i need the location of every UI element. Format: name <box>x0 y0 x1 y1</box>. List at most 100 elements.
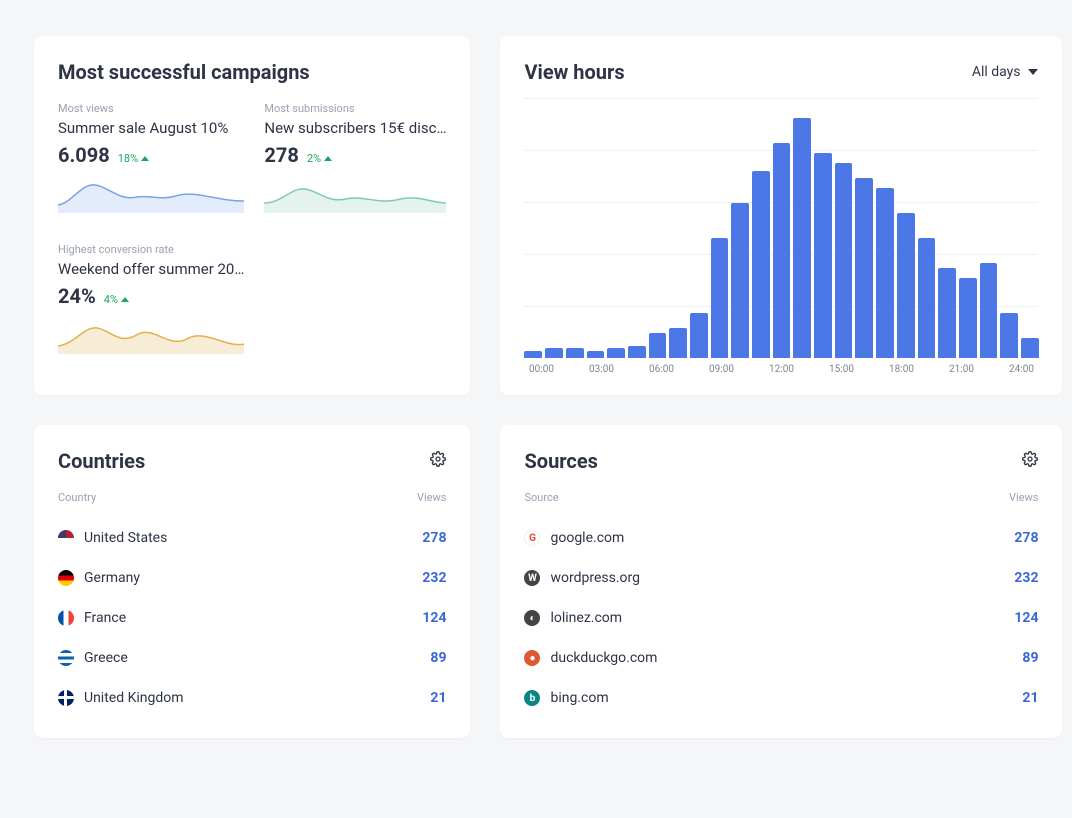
view-hours-bar <box>690 313 708 358</box>
sources-card: Sources Source Views G google.com 278 W … <box>500 425 1062 738</box>
campaigns-card: Most successful campaigns Most views Sum… <box>34 36 470 395</box>
campaign-item[interactable]: Most views Summer sale August 10% 6.098 … <box>58 102 244 217</box>
view-hours-bar <box>938 268 956 358</box>
campaign-delta: 18% <box>118 152 149 165</box>
view-hours-bar <box>545 348 563 358</box>
view-hours-bar <box>731 203 749 358</box>
x-axis-tick: 12:00 <box>766 364 796 375</box>
source-value: 124 <box>1014 610 1038 626</box>
table-row[interactable]: ● duckduckgo.com 89 <box>524 638 1038 678</box>
campaign-name: Summer sale August 10% <box>58 119 244 137</box>
view-hours-bar <box>793 118 811 358</box>
countries-card: Countries Country Views United States 27… <box>34 425 470 738</box>
trend-up-icon <box>141 156 149 161</box>
view-hours-bar <box>855 178 873 358</box>
sparkline-chart <box>58 173 244 213</box>
trend-up-icon <box>121 297 129 302</box>
source-icon: ◐ <box>524 610 540 626</box>
country-icon <box>58 650 74 666</box>
view-hours-filter-label: All days <box>972 64 1021 80</box>
table-row[interactable]: W wordpress.org 232 <box>524 558 1038 598</box>
view-hours-chart <box>524 98 1038 358</box>
countries-settings-button[interactable] <box>430 451 446 471</box>
table-row[interactable]: ◐ lolinez.com 124 <box>524 598 1038 638</box>
x-axis-tick: 00:00 <box>526 364 556 375</box>
sources-title: Sources <box>524 449 597 473</box>
campaign-value: 24% <box>58 284 96 308</box>
country-icon <box>58 690 74 706</box>
view-hours-bar <box>711 238 729 358</box>
country-value: 21 <box>430 690 446 706</box>
table-row[interactable]: Germany 232 <box>58 558 446 598</box>
source-icon: b <box>524 690 540 706</box>
view-hours-bar <box>835 163 853 358</box>
country-value: 124 <box>422 610 446 626</box>
view-hours-bar <box>607 348 625 358</box>
view-hours-bar <box>959 278 977 358</box>
view-hours-bar <box>897 213 915 358</box>
source-label: wordpress.org <box>550 570 640 586</box>
campaign-name: New subscribers 15€ disc… <box>264 119 446 137</box>
view-hours-bar <box>1000 313 1018 358</box>
campaign-item[interactable]: Most submissions New subscribers 15€ dis… <box>264 102 446 217</box>
source-label: duckduckgo.com <box>550 650 657 666</box>
countries-col-views: Views <box>417 491 446 504</box>
sparkline-chart <box>58 314 244 354</box>
campaign-label: Most views <box>58 102 244 115</box>
gear-icon <box>1022 451 1038 467</box>
table-row[interactable]: United States 278 <box>58 518 446 558</box>
view-hours-bar <box>980 263 998 358</box>
x-axis-tick: 09:00 <box>706 364 736 375</box>
sources-col-source: Source <box>524 491 558 504</box>
view-hours-card: View hours All days 00:00 03:00 06:00 09:00… <box>500 36 1062 395</box>
countries-title: Countries <box>58 449 145 473</box>
source-value: 21 <box>1022 690 1038 706</box>
country-icon <box>58 530 74 546</box>
table-row[interactable]: Greece 89 <box>58 638 446 678</box>
view-hours-filter[interactable]: All days <box>972 64 1039 80</box>
view-hours-title: View hours <box>524 60 624 84</box>
table-row[interactable]: France 124 <box>58 598 446 638</box>
source-icon: G <box>524 530 540 546</box>
source-label: google.com <box>550 530 624 546</box>
country-value: 89 <box>430 650 446 666</box>
source-label: lolinez.com <box>550 610 622 626</box>
table-row[interactable]: G google.com 278 <box>524 518 1038 558</box>
country-label: Greece <box>84 650 128 666</box>
campaign-label: Highest conversion rate <box>58 243 244 256</box>
source-value: 89 <box>1022 650 1038 666</box>
country-value: 232 <box>422 570 446 586</box>
view-hours-bar <box>669 328 687 358</box>
x-axis-tick: 24:00 <box>1006 364 1036 375</box>
campaign-value: 278 <box>264 143 298 167</box>
source-value: 278 <box>1014 530 1038 546</box>
country-label: France <box>84 610 126 626</box>
x-axis-tick: 21:00 <box>946 364 976 375</box>
view-hours-bar <box>876 188 894 358</box>
x-axis-tick: 06:00 <box>646 364 676 375</box>
country-label: United Kingdom <box>84 690 184 706</box>
table-row[interactable]: b bing.com 21 <box>524 678 1038 718</box>
source-icon: W <box>524 570 540 586</box>
campaign-label: Most submissions <box>264 102 446 115</box>
sources-col-views: Views <box>1009 491 1038 504</box>
campaign-name: Weekend offer summer 20… <box>58 260 244 278</box>
campaign-delta: 2% <box>307 152 332 165</box>
sparkline-chart <box>264 173 446 213</box>
sources-settings-button[interactable] <box>1022 451 1038 471</box>
countries-col-country: Country <box>58 491 96 504</box>
country-value: 278 <box>422 530 446 546</box>
chevron-down-icon <box>1028 69 1038 75</box>
country-label: Germany <box>84 570 140 586</box>
view-hours-bar <box>649 333 667 358</box>
source-icon: ● <box>524 650 540 666</box>
x-axis-tick: 03:00 <box>586 364 616 375</box>
view-hours-bar <box>752 171 770 359</box>
trend-up-icon <box>324 156 332 161</box>
table-row[interactable]: United Kingdom 21 <box>58 678 446 718</box>
view-hours-bar <box>566 348 584 358</box>
view-hours-bar <box>587 351 605 359</box>
campaign-item[interactable]: Highest conversion rate Weekend offer su… <box>58 243 244 358</box>
campaign-value: 6.098 <box>58 143 110 167</box>
view-hours-bar <box>628 346 646 359</box>
